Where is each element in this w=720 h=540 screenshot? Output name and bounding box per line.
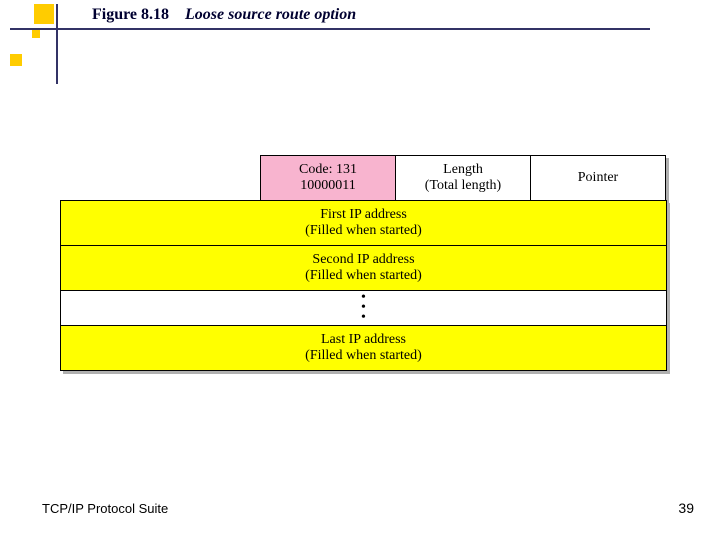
figure-number: Figure 8.18 (92, 6, 169, 23)
second-ip-row: Second IP address (Filled when started) (60, 245, 667, 291)
code-binary: 10000011 (261, 178, 395, 194)
figure-caption: Loose source route option (185, 6, 356, 23)
length-label: Length (396, 162, 530, 178)
deco-square (34, 4, 54, 24)
row-sub: (Filled when started) (61, 223, 666, 239)
length-field: Length (Total length) (395, 155, 531, 201)
slide-title: Figure 8.18 Loose source route option (92, 6, 356, 24)
deco-square (32, 30, 40, 38)
deco-hline (10, 28, 650, 30)
ellipsis-row: • • • (60, 290, 667, 326)
pointer-field: Pointer (530, 155, 666, 201)
first-ip-row: First IP address (Filled when started) (60, 200, 667, 246)
pointer-label: Pointer (531, 170, 665, 186)
deco-vline (56, 4, 58, 84)
length-sub: (Total length) (396, 178, 530, 194)
row-sub: (Filled when started) (61, 268, 666, 284)
row-sub: (Filled when started) (61, 348, 666, 364)
row-label: Second IP address (61, 252, 666, 268)
option-format-diagram: Code: 131 10000011 Length (Total length)… (60, 155, 670, 371)
code-field: Code: 131 10000011 (260, 155, 396, 201)
last-ip-row: Last IP address (Filled when started) (60, 325, 667, 371)
row-label: Last IP address (61, 332, 666, 348)
row-label: First IP address (61, 207, 666, 223)
slide-number: 39 (678, 500, 694, 516)
dot-icon: • (61, 313, 666, 323)
footer-source: TCP/IP Protocol Suite (42, 501, 168, 516)
deco-square (10, 54, 22, 66)
header-row: Code: 131 10000011 Length (Total length)… (260, 155, 670, 201)
code-label: Code: 131 (261, 162, 395, 178)
